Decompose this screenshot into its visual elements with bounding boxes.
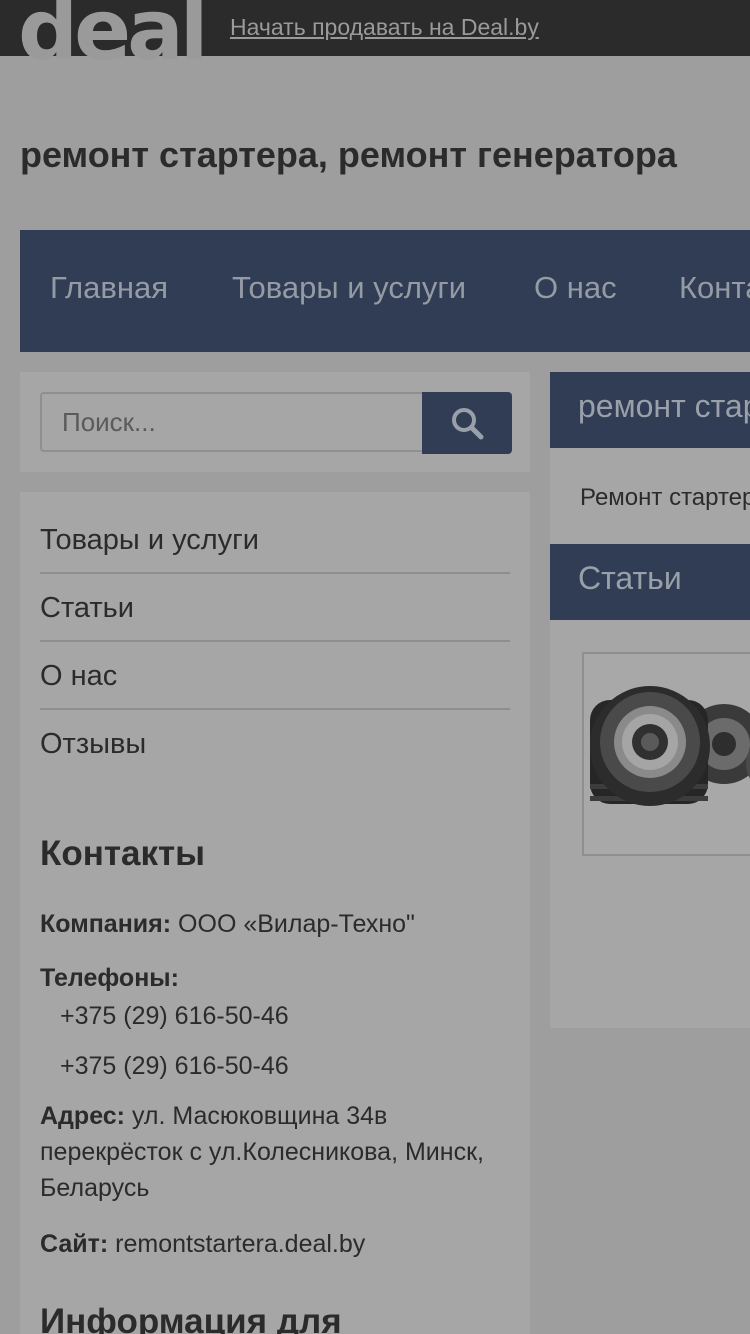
contacts-heading: Контакты — [40, 834, 206, 873]
sidebar-item-about[interactable]: О нас — [40, 642, 510, 710]
article-thumbnail[interactable] — [582, 652, 750, 856]
start-selling-link[interactable]: Начать продавать на Deal.by — [230, 14, 539, 41]
search-button[interactable] — [422, 392, 512, 454]
site-line: Сайт: remontstartera.deal.by — [40, 1226, 365, 1262]
site-value[interactable]: remontstartera.deal.by — [115, 1230, 365, 1258]
phone-number[interactable]: +375 (29) 616-50-46 — [60, 1002, 289, 1031]
sidebar-item-articles[interactable]: Статьи — [40, 574, 510, 642]
phone-number[interactable]: +375 (29) 616-50-46 — [60, 1052, 289, 1081]
articles-title: Статьи — [578, 560, 682, 596]
company-line: Компания: ООО «Вилар-Техно" — [40, 906, 415, 942]
sidebar-item-products[interactable]: Товары и услуги — [40, 506, 510, 574]
address-line: Адрес: ул. Масюковщина 34в перекрёсток с… — [40, 1098, 510, 1206]
search-icon — [452, 408, 484, 440]
main-navigation: Главная Товары и услуги О нас Контакты — [20, 230, 750, 352]
sidebar-item-reviews[interactable]: Отзывы — [40, 710, 510, 778]
main-panel-text: Ремонт стартеров и генераторов — [580, 484, 750, 511]
nav-item-contacts[interactable]: Контакты — [679, 270, 750, 306]
nav-item-about[interactable]: О нас — [534, 270, 617, 306]
company-label: Компания: — [40, 910, 172, 938]
deal-logo[interactable]: deal — [18, 0, 209, 72]
main-panel-body: Ремонт стартеров и генераторов — [550, 448, 750, 544]
articles-panel-header: Статьи — [550, 544, 750, 620]
search-panel — [20, 372, 530, 472]
alternator-pulley-image — [590, 686, 750, 806]
company-value: ООО «Вилар-Техно" — [178, 910, 415, 938]
address-label: Адрес: — [40, 1102, 125, 1130]
main-panel-header: ремонт стартера, ремонт генератора — [550, 372, 750, 448]
site-label: Сайт: — [40, 1230, 109, 1258]
sidebar-menu: Товары и услуги Статьи О нас Отзывы — [40, 506, 510, 778]
main-panel-title: ремонт стартера, ремонт генератора — [578, 388, 750, 424]
phones-label: Телефоны: — [40, 964, 179, 992]
search-input[interactable] — [40, 392, 424, 452]
info-heading: Информация для — [40, 1302, 342, 1334]
articles-panel-body — [550, 620, 750, 1028]
phones-label-line: Телефоны: — [40, 960, 179, 996]
nav-item-home[interactable]: Главная — [50, 270, 168, 306]
nav-item-products[interactable]: Товары и услуги — [232, 270, 466, 306]
site-title: ремонт стартера, ремонт генератора — [20, 134, 677, 175]
top-bar: deal Начать продавать на Deal.by — [0, 0, 750, 72]
sidebar: Товары и услуги Статьи О нас Отзывы Конт… — [20, 492, 530, 1334]
